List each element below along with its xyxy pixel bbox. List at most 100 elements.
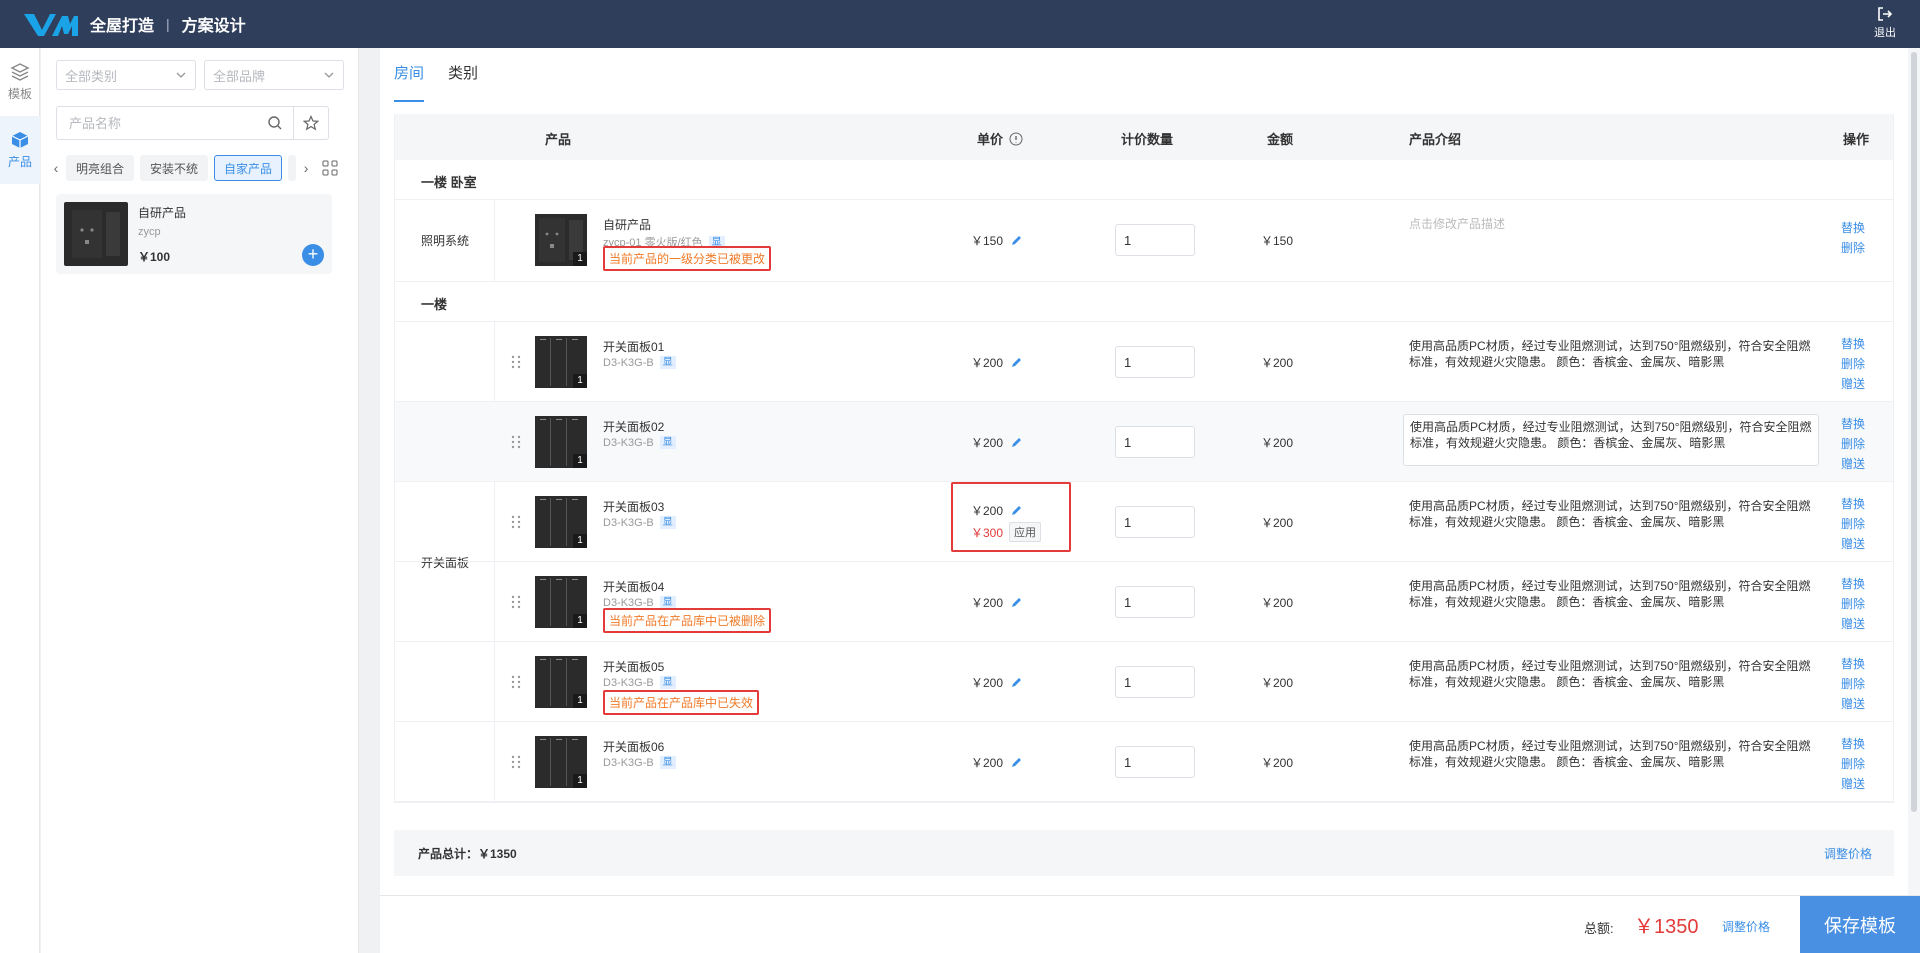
edit-pencil-icon[interactable] bbox=[1011, 597, 1022, 608]
logout-button[interactable]: 退出 bbox=[1874, 6, 1896, 40]
show-badge[interactable]: 显 bbox=[659, 756, 676, 769]
rail-item-templates[interactable]: 模板 bbox=[0, 48, 40, 116]
product-name: 开关面板06 bbox=[603, 740, 665, 754]
replace-button[interactable]: 替换 bbox=[1841, 414, 1865, 434]
delete-button[interactable]: 删除 bbox=[1841, 238, 1865, 258]
show-badge[interactable]: 显 bbox=[659, 356, 676, 369]
title-separator: | bbox=[166, 16, 170, 32]
replace-button[interactable]: 替换 bbox=[1841, 654, 1865, 674]
product-thumbnail: 1 bbox=[535, 736, 587, 788]
delete-button[interactable]: 删除 bbox=[1841, 434, 1865, 454]
quantity-input[interactable] bbox=[1115, 666, 1195, 698]
product-name: 开关面板02 bbox=[603, 420, 665, 434]
quantity-badge: 1 bbox=[573, 534, 587, 548]
quantity-input[interactable] bbox=[1115, 506, 1195, 538]
product-description[interactable]: 使用高品质PC材质，经过专业阻燃测试，达到750°阻燃级别，符合安全阻燃标准，有… bbox=[1409, 658, 1817, 690]
replace-button[interactable]: 替换 bbox=[1841, 218, 1865, 238]
category-select-value: 全部类别 bbox=[65, 68, 118, 84]
replace-button[interactable]: 替换 bbox=[1841, 334, 1865, 354]
replace-button[interactable]: 替换 bbox=[1841, 494, 1865, 514]
row-actions: 替换 删除 bbox=[1841, 218, 1865, 258]
product-description[interactable]: 使用高品质PC材质，经过专业阻燃测试，达到750°阻燃级别，符合安全阻燃标准，有… bbox=[1409, 578, 1817, 610]
search-icon[interactable] bbox=[267, 115, 283, 131]
quantity-input[interactable] bbox=[1115, 224, 1195, 256]
amount-value: ￥200 bbox=[1261, 356, 1294, 370]
unit-price-value: ￥200 bbox=[971, 436, 1004, 450]
show-badge[interactable]: 显 bbox=[659, 676, 676, 689]
product-thumbnail: 1 bbox=[535, 576, 587, 628]
gift-button[interactable]: 赠送 bbox=[1841, 774, 1865, 794]
drag-handle-icon[interactable] bbox=[511, 354, 521, 370]
delete-button[interactable]: 删除 bbox=[1841, 594, 1865, 614]
drag-handle-icon[interactable] bbox=[511, 434, 521, 450]
edit-pencil-icon[interactable] bbox=[1011, 437, 1022, 448]
product-description[interactable]: 使用高品质PC材质，经过专业阻燃测试，达到750°阻燃级别，符合安全阻燃标准，有… bbox=[1409, 498, 1817, 530]
delete-button[interactable]: 删除 bbox=[1841, 514, 1865, 534]
delete-button[interactable]: 删除 bbox=[1841, 354, 1865, 374]
apply-price-button[interactable]: 应用 bbox=[1009, 522, 1042, 542]
quantity-badge: 1 bbox=[573, 694, 587, 708]
info-icon[interactable] bbox=[1009, 132, 1023, 146]
unit-price-value: ￥200 bbox=[971, 756, 1004, 770]
quantity-input[interactable] bbox=[1115, 346, 1195, 378]
bottom-bar: 总额: ￥1350 调整价格 保存模板 bbox=[380, 895, 1920, 953]
product-thumbnail: 1 bbox=[535, 214, 587, 266]
gift-button[interactable]: 赠送 bbox=[1841, 454, 1865, 474]
product-card[interactable]: 自研产品 zycp ￥100 + bbox=[56, 194, 332, 274]
product-description[interactable]: 使用高品质PC材质，经过专业阻燃测试，达到750°阻燃级别，符合安全阻燃标准，有… bbox=[1409, 738, 1817, 770]
show-badge[interactable]: 显 bbox=[659, 516, 676, 529]
adjust-price-button[interactable]: 调整价格 bbox=[1722, 918, 1770, 935]
drag-handle-icon[interactable] bbox=[511, 514, 521, 530]
main-content: 房间 类别 产品 单价 计价数量 金额 产品介绍 操作 一楼 卧室 照明系统 1… bbox=[380, 48, 1908, 895]
product-thumbnail: 1 bbox=[535, 336, 587, 388]
tag-bright-combo[interactable]: 明亮组合 bbox=[66, 155, 135, 181]
tag-install[interactable]: 安装不统 bbox=[140, 155, 209, 181]
grid-view-button[interactable] bbox=[319, 157, 341, 179]
scrollbar-thumb[interactable] bbox=[1911, 52, 1917, 812]
gift-button[interactable]: 赠送 bbox=[1841, 374, 1865, 394]
replace-button[interactable]: 替换 bbox=[1841, 574, 1865, 594]
add-product-button[interactable]: + bbox=[302, 244, 324, 266]
rail-item-products[interactable]: 产品 bbox=[0, 116, 40, 184]
quantity-input[interactable] bbox=[1115, 586, 1195, 618]
product-description[interactable]: 使用高品质PC材质，经过专业阻燃测试，达到750°阻燃级别，符合安全阻燃标准，有… bbox=[1409, 338, 1817, 370]
warning-product-deleted: 当前产品在产品库中已被删除 bbox=[603, 608, 772, 633]
product-description[interactable]: 点击修改产品描述 bbox=[1409, 216, 1817, 232]
favorite-button[interactable] bbox=[293, 106, 329, 140]
summary-bar: 产品总计：￥1350 调整价格 bbox=[394, 830, 1894, 876]
edit-pencil-icon[interactable] bbox=[1011, 357, 1022, 368]
group-title: 一楼 卧室 bbox=[395, 160, 1893, 200]
save-template-button[interactable]: 保存模板 bbox=[1800, 896, 1920, 953]
delete-button[interactable]: 删除 bbox=[1841, 754, 1865, 774]
drag-handle-icon[interactable] bbox=[511, 674, 521, 690]
quantity-input[interactable] bbox=[1115, 426, 1195, 458]
tab-categories[interactable]: 类别 bbox=[448, 62, 478, 102]
gift-button[interactable]: 赠送 bbox=[1841, 614, 1865, 634]
total-value: ￥1350 bbox=[1634, 916, 1699, 938]
gift-button[interactable]: 赠送 bbox=[1841, 694, 1865, 714]
table-row: 1 开关面板05 D3-K3G-B 显当前产品在产品库中已失效 ￥200 ￥200 使用高品… bbox=[395, 642, 1893, 722]
product-description[interactable]: 使用高品质PC材质，经过专业阻燃测试，达到750°阻燃级别，符合安全阻燃标准，有… bbox=[1403, 414, 1819, 466]
delete-button[interactable]: 删除 bbox=[1841, 674, 1865, 694]
edit-pencil-icon[interactable] bbox=[1011, 235, 1022, 246]
brand-select[interactable]: 全部品牌 bbox=[204, 60, 344, 90]
edit-pencil-icon[interactable] bbox=[1011, 505, 1022, 516]
edit-pencil-icon[interactable] bbox=[1011, 757, 1022, 768]
drag-handle-icon[interactable] bbox=[511, 754, 521, 770]
replace-button[interactable]: 替换 bbox=[1841, 734, 1865, 754]
layers-icon bbox=[10, 63, 30, 81]
edit-pencil-icon[interactable] bbox=[1011, 677, 1022, 688]
tags-next-button[interactable]: › bbox=[299, 154, 313, 182]
drag-handle-icon[interactable] bbox=[511, 594, 521, 610]
tab-rooms[interactable]: 房间 bbox=[394, 62, 425, 102]
col-intro: 产品介绍 bbox=[1409, 132, 1462, 147]
tag-own-products[interactable]: 自家产品 bbox=[214, 155, 283, 181]
tags-prev-button[interactable]: ‹ bbox=[49, 154, 63, 182]
unit-price: ￥200 bbox=[971, 354, 1022, 371]
quantity-input[interactable] bbox=[1115, 746, 1195, 778]
adjust-price-link[interactable]: 调整价格 bbox=[1824, 845, 1872, 862]
show-badge[interactable]: 显 bbox=[659, 436, 676, 449]
gift-button[interactable]: 赠送 bbox=[1841, 534, 1865, 554]
category-select[interactable]: 全部类别 bbox=[56, 60, 196, 90]
search-input[interactable] bbox=[57, 107, 267, 139]
